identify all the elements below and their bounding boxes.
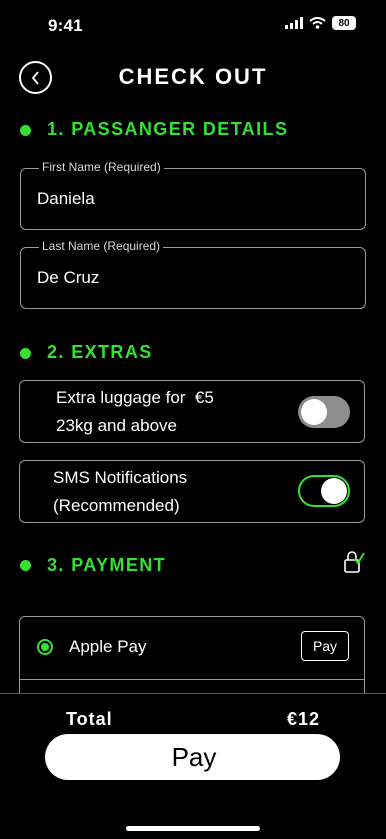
- section-bullet-icon: [20, 560, 31, 571]
- toggle-knob: [321, 478, 347, 504]
- first-name-label: First Name (Required): [39, 160, 164, 174]
- battery-icon: 80: [332, 16, 356, 30]
- sms-notifications-toggle[interactable]: [298, 475, 350, 507]
- extra-luggage-row: Extra luggage for €5 23kg and above: [19, 380, 365, 443]
- apple-pay-label[interactable]: Apple Pay: [69, 637, 147, 657]
- section-bullet-icon: [20, 348, 31, 359]
- total-label: Total: [66, 709, 113, 729]
- section-title-extras: 2. EXTRAS: [47, 342, 153, 362]
- apple-pay-badge-text: Pay: [312, 638, 338, 654]
- apple-pay-button[interactable]: Pay: [45, 734, 340, 780]
- last-name-field[interactable]: Last Name (Required) De Cruz: [20, 239, 366, 309]
- apple-pay-badge: Pay: [301, 631, 349, 661]
- extra-luggage-text: Extra luggage for €5 23kg and above: [56, 384, 214, 440]
- last-name-value: De Cruz: [37, 268, 100, 287]
- section-bullet-icon: [20, 125, 31, 136]
- apple-pay-radio[interactable]: [37, 639, 53, 655]
- sms-notifications-text: SMS Notifications (Recommended): [53, 464, 187, 520]
- cellular-signal-icon: [285, 17, 303, 29]
- last-name-label: Last Name (Required): [39, 239, 164, 253]
- home-indicator: [126, 826, 260, 831]
- sms-notifications-line1: SMS Notifications: [53, 468, 188, 487]
- wifi-icon: [309, 17, 326, 29]
- status-icons: 80: [285, 16, 356, 30]
- checkout-footer: Total €12 Pay: [0, 693, 386, 839]
- first-name-field[interactable]: First Name (Required) Daniela: [20, 160, 366, 230]
- total-value: €12: [286, 709, 320, 729]
- apple-pay-button-text: Pay: [171, 741, 217, 772]
- sms-notifications-line2: (Recommended): [53, 496, 180, 515]
- status-time: 9:41: [48, 16, 83, 35]
- extra-luggage-toggle[interactable]: [298, 396, 350, 428]
- first-name-value: Daniela: [37, 189, 95, 208]
- page-title: CHECK OUT: [118, 64, 268, 89]
- secure-lock-check-icon: [344, 551, 365, 573]
- extra-luggage-line2: 23kg and above: [56, 416, 177, 435]
- extra-luggage-line1: Extra luggage for €5: [56, 388, 214, 407]
- divider: [20, 679, 364, 680]
- section-title-payment: 3. PAYMENT: [47, 555, 167, 575]
- sms-notifications-row: SMS Notifications (Recommended): [19, 460, 365, 523]
- toggle-knob: [301, 399, 327, 425]
- section-title-passenger: 1. PASSANGER DETAILS: [47, 119, 289, 139]
